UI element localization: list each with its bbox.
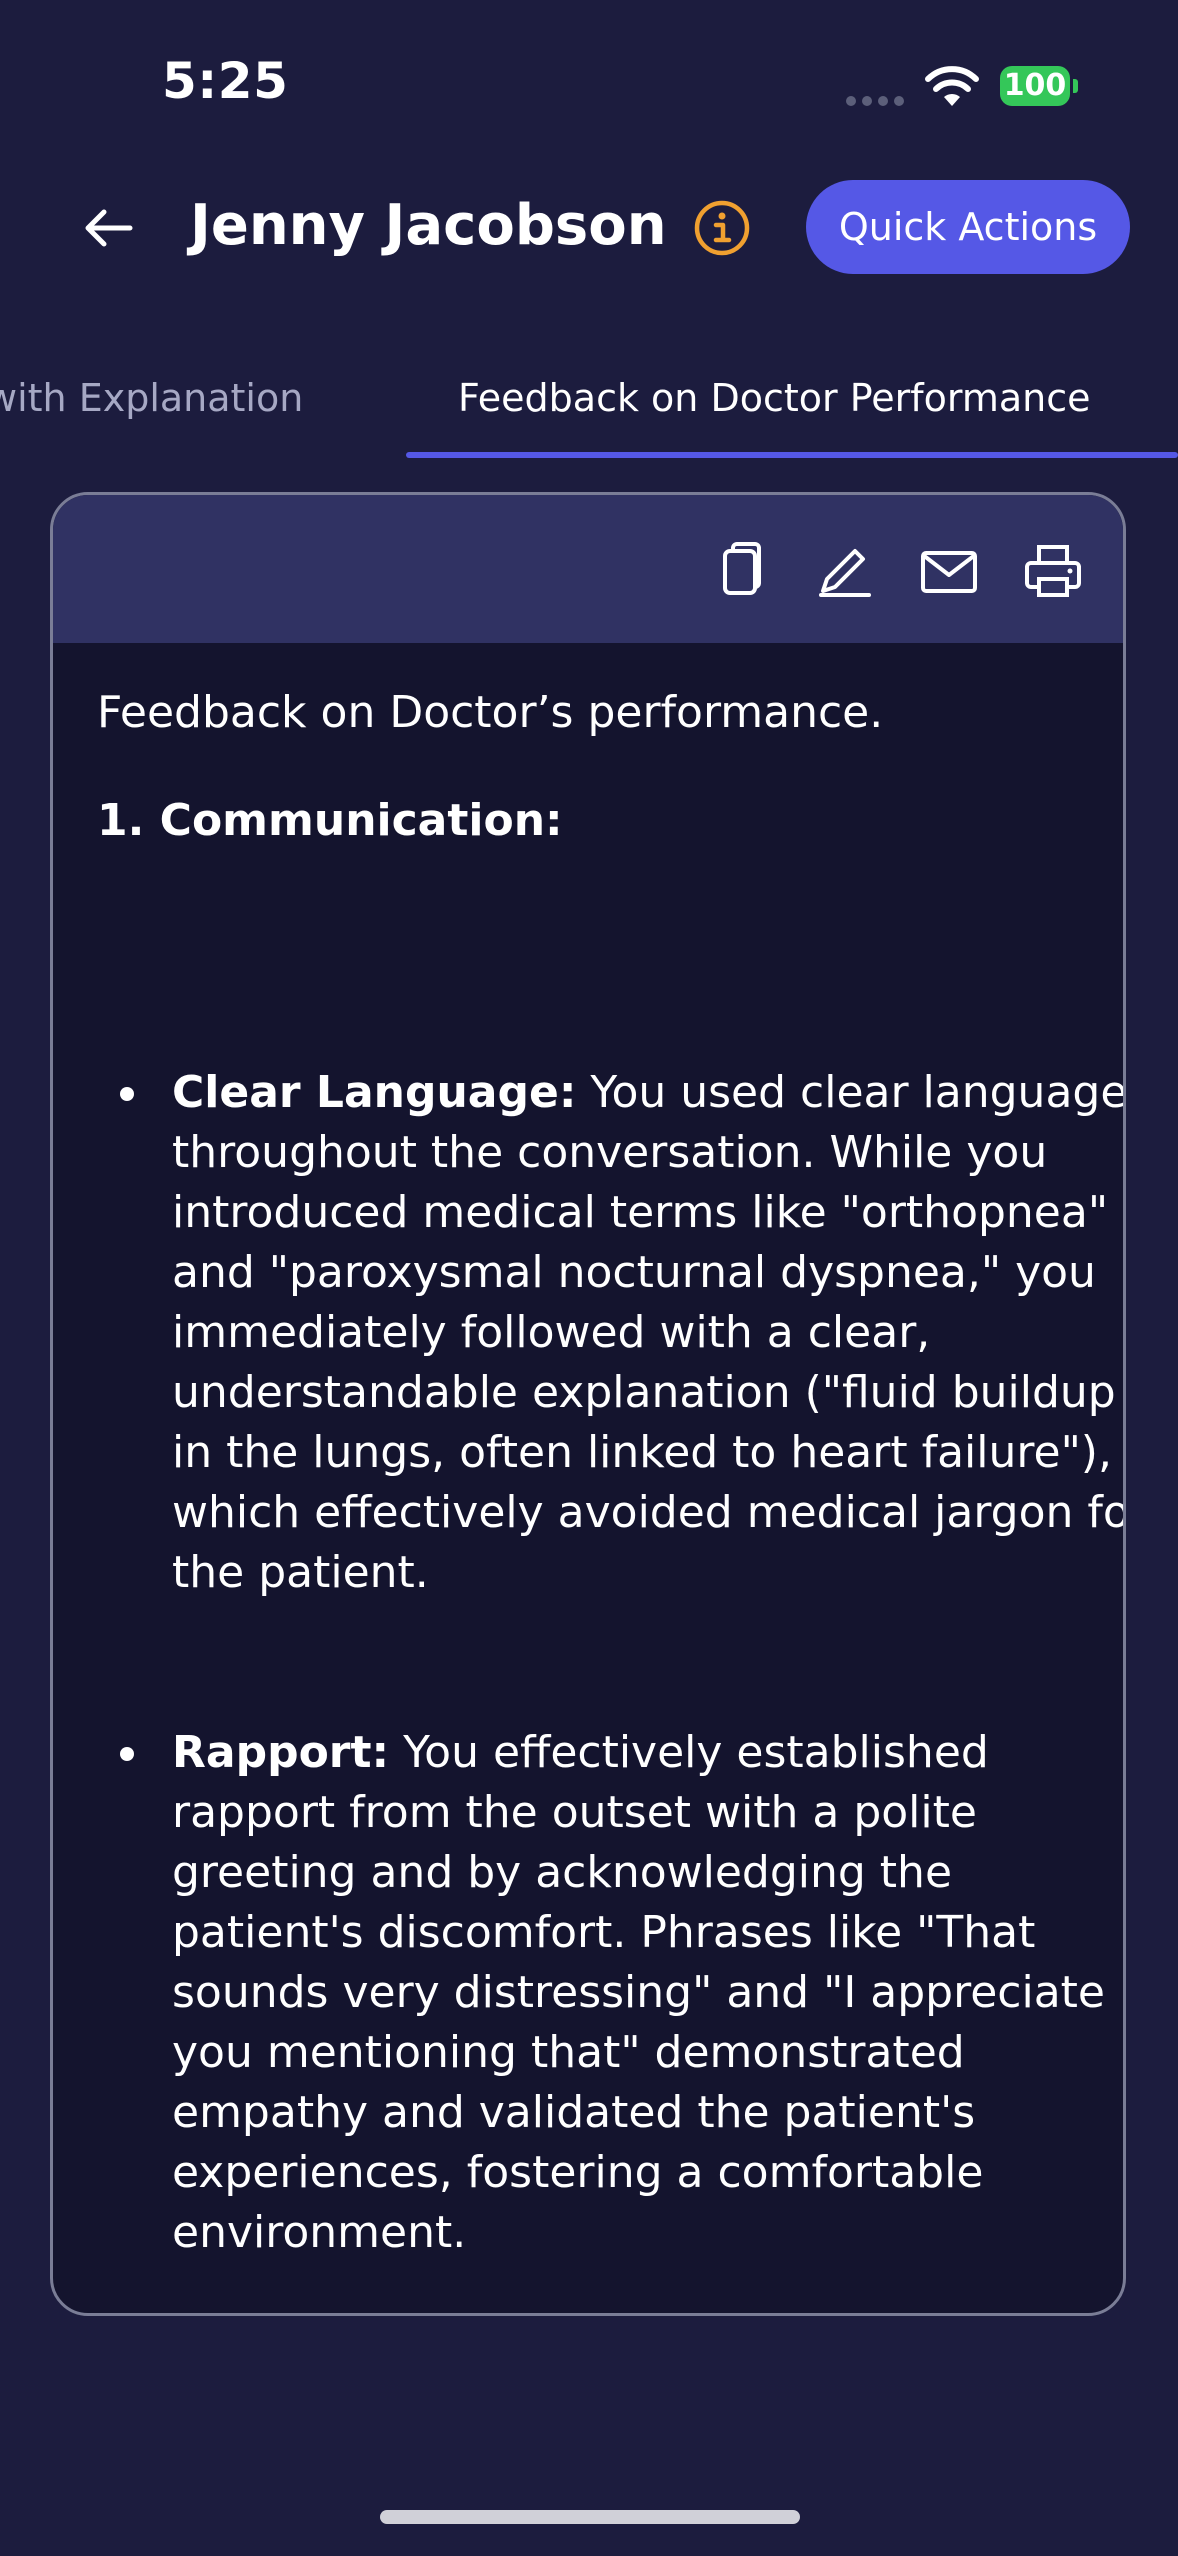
list-item: Clear Language: You used clear language … [120, 1063, 1126, 1603]
info-circle-icon[interactable] [692, 198, 752, 258]
list-item: Rapport: You effectively established rap… [120, 1723, 1123, 2263]
feedback-intro: Feedback on Doctor’s performance. [97, 687, 884, 738]
feedback-card: Feedback on Doctor’s performance. 1. Com… [50, 492, 1126, 2316]
arrow-left-icon [85, 209, 133, 247]
back-button[interactable] [72, 196, 144, 260]
status-bar: 5:25 100 [0, 0, 1178, 170]
tab-feedback-doctor-performance[interactable]: Feedback on Doctor Performance [458, 376, 1091, 420]
feedback-content: Feedback on Doctor’s performance. 1. Com… [97, 683, 1097, 851]
page-title: Jenny Jacobson [190, 193, 667, 258]
battery-icon: 100 [1000, 66, 1078, 106]
active-tab-indicator [406, 452, 1178, 458]
tab-with-explanation[interactable]: with Explanation [0, 376, 303, 420]
bullet-text: You used clear language throughout the c… [172, 1067, 1126, 1598]
bullet-point-icon [120, 1747, 134, 1761]
cellular-signal-icon [846, 96, 904, 106]
home-indicator[interactable] [380, 2510, 800, 2524]
bullet-point-icon [120, 1087, 134, 1101]
card-toolbar [53, 495, 1123, 643]
tab-bar: with Explanation Feedback on Doctor Perf… [0, 350, 1178, 462]
bullet-term: Rapport: [172, 1727, 390, 1778]
status-time: 5:25 [162, 52, 289, 110]
copy-icon[interactable] [709, 539, 773, 603]
quick-actions-button[interactable]: Quick Actions [806, 180, 1130, 274]
bullet-term: Clear Language: [172, 1067, 577, 1118]
print-icon[interactable] [1021, 539, 1085, 603]
edit-pencil-icon[interactable] [813, 539, 877, 603]
mail-icon[interactable] [917, 539, 981, 603]
wifi-icon [925, 66, 979, 106]
section-heading-communication: 1. Communication: [97, 795, 563, 846]
battery-level: 100 [1000, 66, 1070, 106]
bullet-text: You effectively established rapport from… [172, 1727, 1106, 2258]
